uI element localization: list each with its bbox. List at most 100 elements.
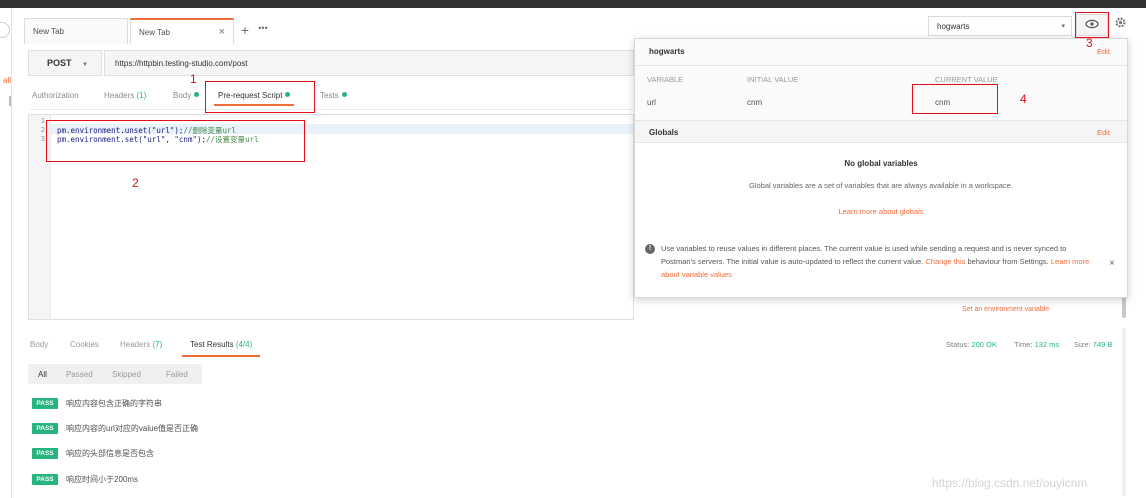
- annotation-number-2: 2: [132, 176, 139, 190]
- test-result-name: 响应的头部信息是否包含: [66, 449, 154, 458]
- tab-test-results[interactable]: Test Results (4/4): [182, 340, 261, 357]
- environment-name: hogwarts: [649, 47, 685, 56]
- sidebar-toggle-icon[interactable]: [0, 22, 10, 38]
- test-result-name: 响应内容的url对应的value值是否正确: [66, 424, 199, 433]
- request-tabs: Authorization Headers (1) Body Pre-reque…: [30, 86, 634, 110]
- column-header-variable: VARIABLE: [647, 75, 684, 84]
- annotation-box-4: [912, 84, 998, 114]
- annotation-box-3: [1075, 12, 1109, 38]
- environment-select[interactable]: hogwarts ▾: [928, 16, 1072, 36]
- response-size: Size: 749 B: [1074, 340, 1112, 349]
- tab-response-headers[interactable]: Headers (7): [120, 340, 162, 349]
- sidebar-scroll-handle[interactable]: [9, 96, 11, 106]
- size-value: 749 B: [1092, 340, 1113, 349]
- filter-all[interactable]: All: [38, 370, 47, 379]
- time-value: 132 ms: [1034, 340, 1060, 349]
- response-status: Status: 200 OK: [946, 340, 997, 349]
- annotation-box-1: [205, 81, 315, 113]
- variable-initial-value: cnm: [747, 98, 763, 107]
- status-dot-icon: [341, 92, 347, 97]
- variable-name: url: [647, 98, 656, 107]
- settings-button[interactable]: [1114, 16, 1127, 32]
- size-label: Size:: [1074, 340, 1091, 349]
- tab-body[interactable]: Body: [173, 91, 200, 100]
- environment-quick-look-popover: hogwarts Edit VARIABLE INITIAL VALUE CUR…: [634, 38, 1128, 298]
- request-tab-bar: New Tab New Tab × + •••: [24, 18, 272, 44]
- tab-authorization[interactable]: Authorization: [32, 91, 79, 100]
- column-header-current-value: CURRENT VALUE: [935, 75, 998, 84]
- tab-label: Tests: [320, 91, 339, 100]
- snippet-set-environment-variable[interactable]: Set an environment variable: [962, 306, 1049, 313]
- annotation-box-2: [46, 120, 305, 162]
- tab-label: Headers: [120, 340, 151, 349]
- edit-globals-link[interactable]: Edit: [1097, 128, 1110, 137]
- response-time: Time: 132 ms: [1014, 340, 1059, 349]
- pass-badge: PASS: [32, 423, 58, 434]
- tab-tests[interactable]: Tests: [320, 91, 347, 100]
- line-number: 3: [40, 135, 45, 143]
- pass-badge: PASS: [32, 448, 58, 459]
- info-text-part: behaviour from Settings.: [965, 257, 1051, 266]
- tab-label: New Tab: [33, 27, 64, 36]
- tab-response-cookies[interactable]: Cookies: [70, 340, 99, 349]
- chevron-down-icon: ▼: [82, 62, 88, 68]
- change-behaviour-link[interactable]: Change this: [925, 257, 965, 266]
- tab-label: Cookies: [70, 340, 99, 349]
- tab-options-button[interactable]: •••: [254, 18, 272, 44]
- globals-title: Globals: [649, 128, 679, 137]
- annotation-number-3: 3: [1086, 36, 1093, 50]
- response-tabs: Body Cookies Headers (7) Test Results (4…: [30, 336, 1126, 357]
- environment-section: hogwarts Edit VARIABLE INITIAL VALUE CUR…: [635, 39, 1127, 121]
- tab-label: Test Results: [190, 340, 234, 349]
- close-tab-icon[interactable]: ×: [219, 26, 225, 38]
- tab-new-2[interactable]: New Tab ×: [130, 18, 234, 44]
- line-number: 1: [40, 117, 45, 125]
- learn-more-globals-link[interactable]: Learn more about globals: [635, 207, 1127, 216]
- tab-count: (7): [152, 340, 163, 349]
- pass-badge: PASS: [32, 474, 58, 485]
- globals-section-header: Globals Edit: [635, 121, 1127, 143]
- divider: [635, 65, 1127, 66]
- tab-count: (1): [136, 91, 147, 100]
- filter-failed[interactable]: Failed: [166, 370, 188, 379]
- tab-new-1[interactable]: New Tab: [24, 18, 128, 44]
- status-label: Status:: [946, 340, 970, 349]
- filter-skipped[interactable]: Skipped: [112, 370, 141, 379]
- tab-label: New Tab: [139, 28, 170, 37]
- column-header-initial-value: INITIAL VALUE: [747, 75, 799, 84]
- request-url-row: POST ▼ https://httpbin.testing-studio.co…: [28, 50, 634, 76]
- tab-response-body[interactable]: Body: [30, 340, 48, 349]
- no-globals-title: No global variables: [844, 159, 918, 168]
- active-tab-underline: [182, 355, 261, 357]
- edit-environment-link[interactable]: Edit: [1097, 47, 1110, 56]
- close-icon[interactable]: ×: [1109, 258, 1115, 269]
- sidebar-all-link[interactable]: all: [3, 76, 11, 85]
- chevron-down-icon: ▾: [1061, 23, 1065, 30]
- annotation-number-1: 1: [190, 72, 197, 86]
- method-select[interactable]: POST ▼: [28, 50, 102, 76]
- response-scrollbar[interactable]: [1122, 328, 1126, 496]
- pass-badge: PASS: [32, 398, 58, 409]
- test-result-name: 响应内容包含正确的字符串: [66, 399, 162, 408]
- tab-label: Authorization: [32, 91, 79, 100]
- window-top-bar: [0, 0, 1146, 8]
- line-number: 2: [40, 126, 45, 134]
- tab-headers[interactable]: Headers (1): [104, 91, 146, 100]
- tab-label: Body: [30, 340, 49, 349]
- status-dot-icon: [194, 92, 200, 97]
- test-result-name: 响应时间小于200ms: [66, 475, 139, 484]
- left-sidebar-edge: all: [0, 8, 12, 498]
- add-tab-button[interactable]: +: [236, 18, 254, 44]
- filter-passed[interactable]: Passed: [66, 370, 93, 379]
- gear-icon: [1115, 17, 1126, 28]
- tab-label: Body: [173, 91, 192, 100]
- time-label: Time:: [1014, 340, 1033, 349]
- url-input[interactable]: https://httpbin.testing-studio.com/post: [104, 50, 634, 76]
- variables-info-text: Use variables to reuse values in differe…: [661, 242, 1093, 281]
- method-value: POST: [47, 58, 72, 68]
- annotation-number-4: 4: [1020, 92, 1027, 106]
- snippets-scrollbar[interactable]: [1122, 296, 1126, 318]
- no-globals-description: Global variables are a set of variables …: [749, 181, 1013, 190]
- status-value: 200 OK: [971, 340, 997, 349]
- info-icon: !: [645, 244, 655, 254]
